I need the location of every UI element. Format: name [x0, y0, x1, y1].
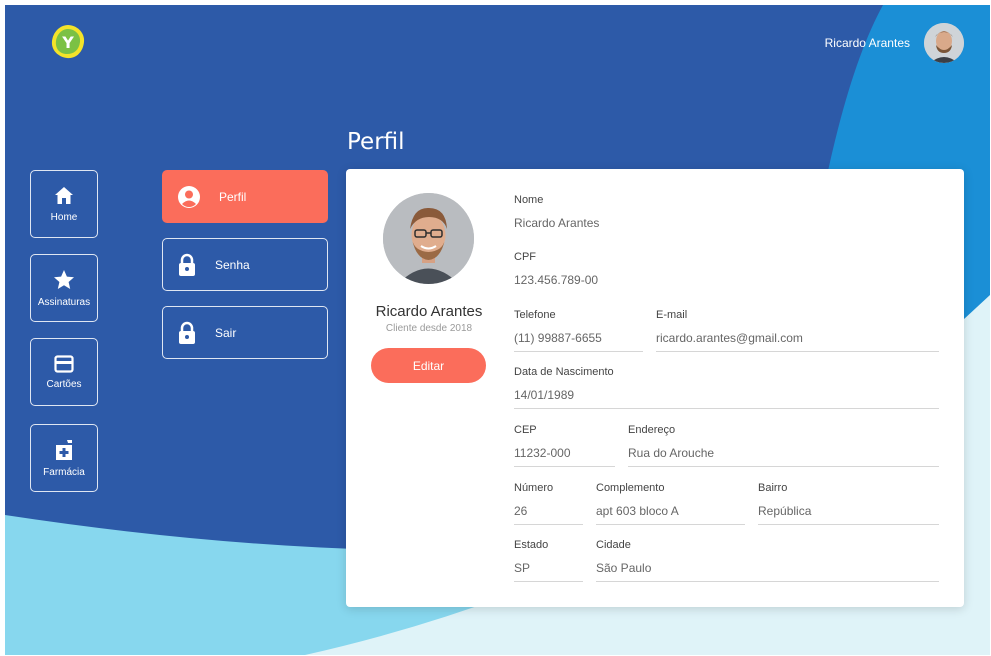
logo-icon: Y	[51, 25, 85, 59]
cidade-input[interactable]: São Paulo	[596, 561, 939, 582]
user-name: Ricardo Arantes	[824, 36, 910, 50]
estado-input[interactable]: SP	[514, 561, 583, 582]
user-icon	[178, 185, 200, 208]
field-estado: Estado SP	[514, 539, 583, 582]
field-label: Número	[514, 482, 554, 494]
menu-item-label: Senha	[215, 257, 250, 272]
field-complemento: Complemento apt 603 bloco A	[596, 482, 745, 525]
telefone-input[interactable]: (11) 99887-6655	[514, 331, 643, 352]
menu-item-senha[interactable]: Senha	[162, 238, 328, 291]
complemento-input[interactable]: apt 603 bloco A	[596, 504, 745, 525]
profile-card: Ricardo Arantes Cliente desde 2018 Edita…	[346, 169, 964, 607]
field-label: Endereço	[628, 424, 676, 436]
field-label: Data de Nascimento	[514, 366, 614, 378]
star-icon	[54, 269, 74, 289]
field-cpf: CPF 123.456.789-00	[514, 251, 939, 293]
sidebar-item-home[interactable]: Home	[30, 170, 98, 238]
field-label: Complemento	[596, 482, 665, 494]
field-label: CEP	[514, 424, 537, 436]
nascimento-input[interactable]: 14/01/1989	[514, 388, 939, 409]
home-icon	[55, 186, 73, 204]
user-menu[interactable]: Ricardo Arantes	[825, 23, 964, 63]
field-bairro: Bairro República	[758, 482, 939, 525]
cep-input[interactable]: 11232-000	[514, 446, 615, 467]
email-input[interactable]: ricardo.arantes@gmail.com	[656, 331, 939, 352]
avatar[interactable]	[924, 23, 964, 63]
sidebar-item-cartoes[interactable]: Cartões	[30, 338, 98, 406]
field-cidade: Cidade São Paulo	[596, 539, 939, 582]
field-label: Nome	[514, 194, 544, 206]
pharmacy-icon	[56, 439, 72, 460]
profile-name: Ricardo Arantes	[375, 303, 483, 320]
field-cep: CEP 11232-000	[514, 424, 615, 467]
avatar-image	[924, 23, 964, 63]
lock-icon	[179, 253, 195, 276]
menu-item-sair[interactable]: Sair	[162, 306, 328, 359]
page-title: Perfil	[347, 129, 405, 155]
field-telefone: Telefone (11) 99887-6655	[514, 309, 643, 352]
profile-photo-image	[383, 193, 474, 284]
menu-item-perfil[interactable]: Perfil	[162, 170, 328, 223]
field-nascimento: Data de Nascimento 14/01/1989	[514, 366, 939, 409]
lock-icon	[179, 321, 195, 344]
bairro-input[interactable]: República	[758, 504, 939, 525]
logo-letter: Y	[61, 33, 74, 52]
cpf-value[interactable]: 123.456.789-00	[514, 273, 939, 293]
app-frame: Y Ricardo Arantes Perfil Home Assinatura…	[5, 5, 990, 655]
field-numero: Número 26	[514, 482, 583, 525]
sidebar-item-label: Home	[50, 211, 78, 223]
field-label: Bairro	[758, 482, 788, 494]
edit-button[interactable]: Editar	[371, 348, 486, 383]
profile-since: Cliente desde 2018	[385, 323, 473, 334]
endereco-input[interactable]: Rua do Arouche	[628, 446, 939, 467]
nome-value[interactable]: Ricardo Arantes	[514, 216, 939, 236]
sidebar-item-assinaturas[interactable]: Assinaturas	[30, 254, 98, 322]
field-label: Estado	[514, 539, 549, 551]
field-nome: Nome Ricardo Arantes	[514, 194, 939, 236]
sidebar-item-farmacia[interactable]: Farmácia	[30, 424, 98, 492]
sidebar-item-label: Farmácia	[43, 466, 85, 478]
card-icon	[54, 354, 74, 373]
field-label: Telefone	[514, 309, 556, 321]
field-label: Cidade	[596, 539, 631, 551]
sidebar-item-label: Cartões	[46, 378, 82, 390]
field-label: CPF	[514, 251, 536, 263]
field-label: E-mail	[656, 309, 688, 321]
menu-item-label: Perfil	[219, 189, 247, 204]
sidebar-item-label: Assinaturas	[37, 296, 91, 308]
app-logo[interactable]: Y	[49, 23, 87, 61]
profile-photo	[383, 193, 474, 284]
field-endereco: Endereço Rua do Arouche	[628, 424, 939, 467]
field-email: E-mail ricardo.arantes@gmail.com	[656, 309, 939, 352]
menu-item-label: Sair	[215, 325, 237, 340]
numero-input[interactable]: 26	[514, 504, 583, 525]
